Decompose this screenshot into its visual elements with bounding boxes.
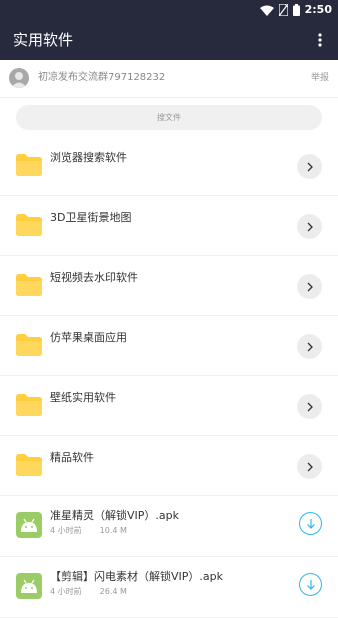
file-name: 【剪辑】闪电素材（解锁VIP）.apk — [50, 570, 223, 583]
open-folder-button[interactable] — [297, 154, 322, 179]
folder-row[interactable]: 壁纸实用软件 — [0, 376, 338, 436]
status-icons: 2:50 — [259, 3, 332, 17]
battery-icon — [292, 4, 300, 16]
folder-row[interactable]: 精品软件 — [0, 436, 338, 496]
file-list: 浏览器搜索软件 3D卫星街景地图 短视频去水印软件 仿苹果桌面应用 壁纸实用软件… — [0, 136, 338, 618]
file-time: 4 小时前 — [50, 587, 82, 596]
chevron-right-icon — [307, 342, 313, 351]
folder-name: 3D卫星街景地图 — [50, 211, 132, 224]
folder-icon — [16, 394, 42, 416]
owner-text: 初凉发布交流群797128232 — [38, 72, 166, 83]
avatar[interactable] — [9, 68, 29, 88]
chevron-right-icon — [307, 162, 313, 171]
chevron-right-icon — [307, 222, 313, 231]
folder-name: 壁纸实用软件 — [50, 391, 116, 404]
folder-name: 仿苹果桌面应用 — [50, 331, 127, 344]
android-icon — [16, 573, 42, 599]
no-sim-icon — [278, 4, 288, 16]
folder-name: 精品软件 — [50, 451, 94, 464]
folder-icon — [16, 274, 42, 296]
folder-name: 短视频去水印软件 — [50, 271, 138, 284]
open-folder-button[interactable] — [297, 214, 322, 239]
download-button[interactable] — [299, 573, 322, 596]
download-button[interactable] — [299, 512, 322, 535]
folder-icon — [16, 214, 42, 236]
folder-name: 浏览器搜索软件 — [50, 151, 127, 164]
file-meta: 4 小时前 26.4 M — [50, 587, 127, 597]
open-folder-button[interactable] — [297, 274, 322, 299]
download-arrow-icon — [306, 519, 315, 529]
more-options-button[interactable] — [310, 30, 330, 50]
folder-icon — [16, 454, 42, 476]
file-meta: 4 小时前 10.4 M — [50, 526, 127, 536]
chevron-right-icon — [307, 462, 313, 471]
folder-row[interactable]: 3D卫星街景地图 — [0, 196, 338, 256]
report-link[interactable]: 举报 — [311, 72, 329, 84]
wifi-icon — [259, 5, 274, 16]
folder-row[interactable]: 短视频去水印软件 — [0, 256, 338, 316]
open-folder-button[interactable] — [297, 454, 322, 479]
share-info-bar: 初凉发布交流群797128232 举报 — [0, 60, 338, 98]
file-row[interactable]: 【剪辑】闪电素材（解锁VIP）.apk 4 小时前 26.4 M — [0, 557, 338, 618]
android-icon — [16, 512, 42, 538]
folder-icon — [16, 154, 42, 176]
open-folder-button[interactable] — [297, 394, 322, 419]
status-time: 2:50 — [304, 3, 332, 16]
folder-row[interactable]: 浏览器搜索软件 — [0, 136, 338, 196]
more-vert-icon — [318, 33, 322, 47]
file-name: 准星精灵（解锁VIP）.apk — [50, 509, 179, 522]
file-time: 4 小时前 — [50, 526, 82, 535]
status-bar: 2:50 — [0, 0, 338, 20]
download-arrow-icon — [306, 580, 315, 590]
file-size: 10.4 M — [99, 526, 127, 535]
folder-row[interactable]: 仿苹果桌面应用 — [0, 316, 338, 376]
open-folder-button[interactable] — [297, 334, 322, 359]
page-title: 实用软件 — [13, 31, 74, 49]
chevron-right-icon — [307, 282, 313, 291]
file-size: 26.4 M — [99, 587, 127, 596]
file-row[interactable]: 准星精灵（解锁VIP）.apk 4 小时前 10.4 M — [0, 496, 338, 557]
user-icon — [11, 72, 27, 88]
chevron-right-icon — [307, 402, 313, 411]
app-bar: 实用软件 — [0, 20, 338, 60]
search-input[interactable]: 搜文件 — [16, 105, 322, 130]
folder-icon — [16, 334, 42, 356]
